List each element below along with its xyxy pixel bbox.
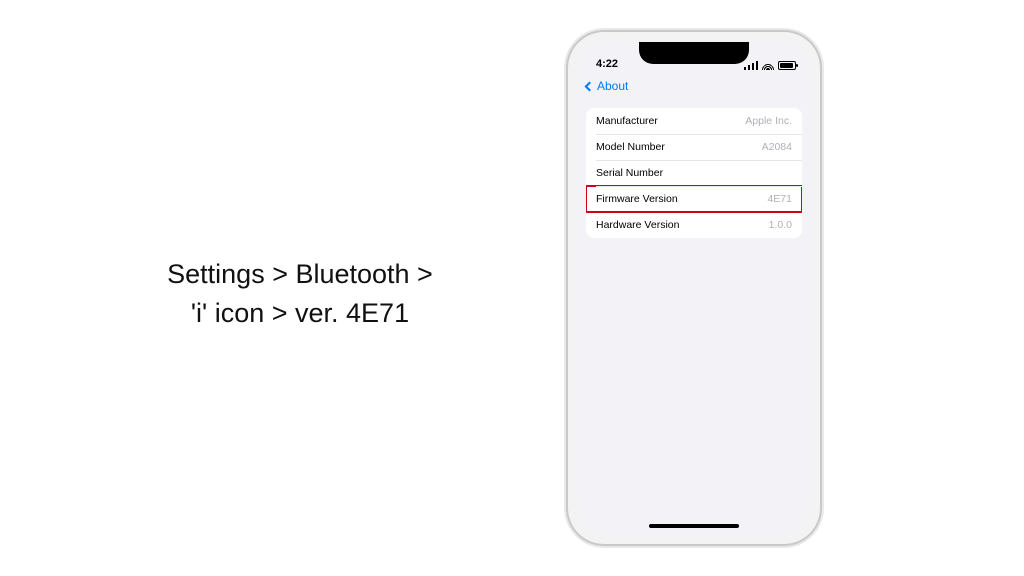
row-model-number[interactable]: Model Number A2084: [586, 134, 802, 160]
back-label: About: [597, 79, 628, 93]
row-label: Manufacturer: [596, 115, 658, 127]
instruction-line-1: Settings > Bluetooth >: [120, 255, 480, 294]
row-value: 4E71: [767, 193, 792, 205]
row-firmware-version[interactable]: Firmware Version 4E71: [586, 186, 802, 212]
home-indicator[interactable]: [649, 524, 739, 528]
battery-icon: [778, 61, 796, 70]
row-manufacturer[interactable]: Manufacturer Apple Inc.: [586, 108, 802, 134]
back-button[interactable]: About: [586, 79, 628, 93]
status-indicators: [744, 61, 796, 70]
row-label: Hardware Version: [596, 219, 679, 231]
instruction-line-2: 'i' icon > ver. 4E71: [120, 294, 480, 333]
row-value: 1.0.0: [769, 219, 792, 231]
phone-notch: [639, 42, 749, 64]
row-value: Apple Inc.: [745, 115, 792, 127]
row-hardware-version[interactable]: Hardware Version 1.0.0: [586, 212, 802, 238]
row-label: Model Number: [596, 141, 665, 153]
phone-frame: 4:22 About Manufacturer Apple Inc.: [568, 32, 820, 544]
row-label: Serial Number: [596, 167, 663, 179]
instruction-text: Settings > Bluetooth > 'i' icon > ver. 4…: [120, 255, 480, 333]
wifi-icon: [762, 61, 774, 70]
cellular-signal-icon: [744, 61, 758, 70]
row-value: A2084: [762, 141, 792, 153]
nav-bar: About: [578, 72, 810, 100]
row-serial-number[interactable]: Serial Number: [586, 160, 802, 186]
row-label: Firmware Version: [596, 193, 678, 205]
phone-screen: 4:22 About Manufacturer Apple Inc.: [578, 42, 810, 534]
status-time: 4:22: [596, 58, 618, 70]
chevron-left-icon: [585, 81, 595, 91]
settings-list: Manufacturer Apple Inc. Model Number A20…: [586, 108, 802, 238]
